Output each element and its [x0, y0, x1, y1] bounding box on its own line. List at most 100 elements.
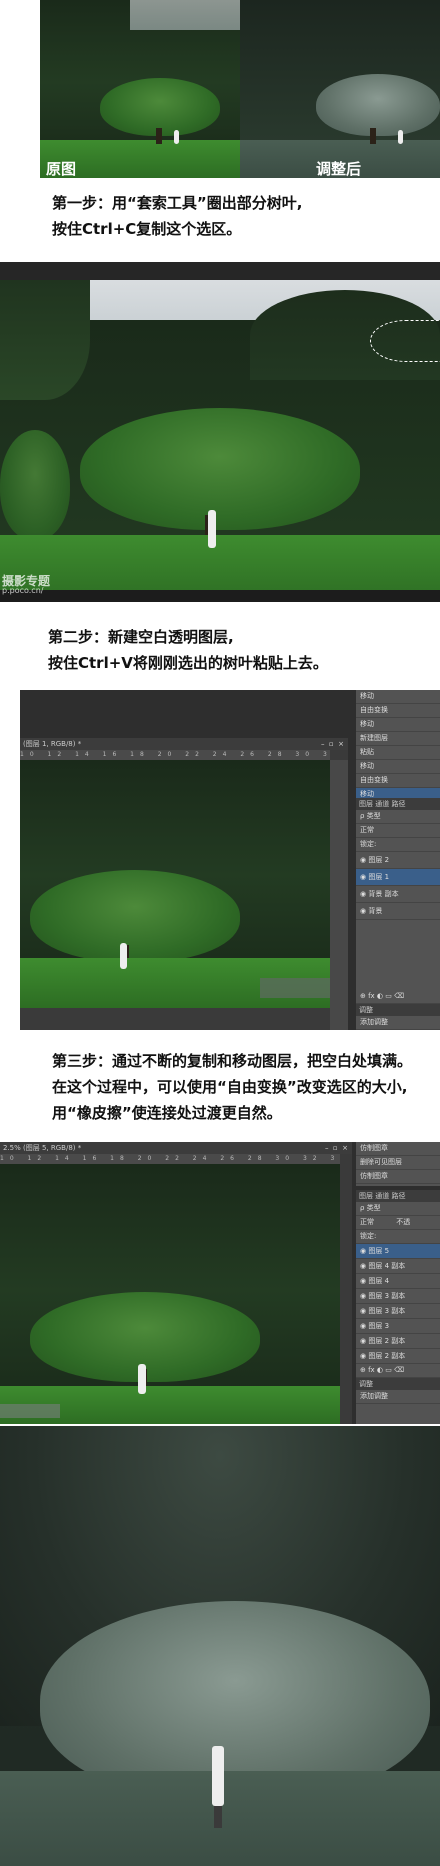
eye-icon[interactable]: ◉ — [360, 1247, 366, 1255]
history-item[interactable]: 移动 — [356, 718, 440, 732]
layer-name: 图层 2 — [368, 856, 390, 864]
layer-name: 图层 1 — [368, 873, 390, 881]
minimize-icon[interactable]: – — [321, 740, 325, 748]
step2-line2: 按住Ctrl+V将刚刚选出的树叶粘贴上去。 — [48, 654, 328, 672]
adjustments-tab[interactable]: 调整 — [356, 1004, 440, 1016]
layer-item[interactable]: ◉ 图层 4 副本 — [356, 1259, 440, 1274]
opacity-label: 不透 — [396, 1218, 411, 1226]
history-item[interactable]: 仿制图章 — [356, 1142, 440, 1156]
lock-label: 锁定: — [356, 838, 440, 852]
layers-tabs[interactable]: 图层 通道 路径 — [356, 798, 440, 810]
close-icon[interactable]: × — [342, 1144, 348, 1152]
blend-mode-select[interactable]: 正常 — [356, 824, 440, 838]
history-item[interactable]: 新建图层 — [356, 732, 440, 746]
window-controls: – ▫ × — [290, 738, 348, 750]
layer-filter[interactable]: ρ 类型 — [356, 810, 440, 824]
eye-icon[interactable]: ◉ — [360, 1352, 366, 1360]
eye-icon[interactable]: ◉ — [360, 890, 366, 898]
label-adjusted: 调整后 — [316, 160, 362, 178]
add-adjustment[interactable]: 添加调整 — [356, 1016, 440, 1030]
document-window: (图层 1, RGB/8) * – ▫ × 10 12 14 16 18 20 … — [20, 738, 348, 1030]
history-item[interactable]: 自由变换 — [356, 774, 440, 788]
layer-item[interactable]: ◉ 背景 — [356, 903, 440, 920]
add-adjustment[interactable]: 添加调整 — [356, 1390, 440, 1404]
document-window: 2.5% (图层 5, RGB/8) * – ▫ × 10 12 14 16 1… — [0, 1142, 352, 1424]
layer-item[interactable]: ◉ 背景 副本 — [356, 886, 440, 903]
eye-icon[interactable]: ◉ — [360, 1322, 366, 1330]
photoshop-screenshot-2: 2.5% (图层 5, RGB/8) * – ▫ × 10 12 14 16 1… — [0, 1142, 440, 1424]
history-item[interactable]: 自由变换 — [356, 704, 440, 718]
window-controls: – ▫ × — [300, 1142, 352, 1154]
eye-icon[interactable]: ◉ — [360, 1307, 366, 1315]
history-item[interactable]: 移动 — [356, 690, 440, 704]
layer-item[interactable]: ◉ 图层 2 副本 — [356, 1349, 440, 1364]
layer-name: 图层 3 副本 — [368, 1292, 406, 1300]
layer-item[interactable]: ◉ 图层 3 副本 — [356, 1304, 440, 1319]
layer-name: 图层 4 副本 — [368, 1262, 406, 1270]
blend-mode-select[interactable]: 正常 不透 — [356, 1216, 440, 1230]
document-tab[interactable]: (图层 1, RGB/8) * — [20, 738, 293, 750]
document-tab[interactable]: 2.5% (图层 5, RGB/8) * — [0, 1142, 303, 1154]
history-item[interactable]: 粘贴 — [356, 746, 440, 760]
layer-item[interactable]: ◉ 图层 3 副本 — [356, 1289, 440, 1304]
final-photo — [0, 1426, 440, 1866]
canvas-image — [20, 760, 330, 1008]
maximize-icon[interactable]: ▫ — [329, 740, 334, 748]
photo-frame-top — [0, 262, 440, 280]
layer-item-selected[interactable]: ◉ 图层 1 — [356, 869, 440, 886]
layer-item-selected[interactable]: ◉ 图层 5 — [356, 1244, 440, 1259]
comparison-photo: 原图 调整后 — [40, 0, 440, 178]
close-icon[interactable]: × — [338, 740, 344, 748]
layers-footer-icons[interactable]: ⊕ fx ◐ ▭ ⌫ — [356, 990, 440, 1004]
eye-icon[interactable]: ◉ — [360, 873, 366, 881]
layer-name: 背景 副本 — [368, 890, 399, 898]
layer-item[interactable]: ◉ 图层 3 — [356, 1319, 440, 1334]
layers-tabs[interactable]: 图层 通道 路径 — [356, 1190, 440, 1202]
step1-line1: 第一步：用“套索工具”圈出部分树叶, — [52, 194, 303, 212]
layers-panel: 图层 通道 路径 ρ 类型 正常 不透 锁定: ◉ 图层 5 ◉ 图层 4 副本… — [356, 1190, 440, 1424]
history-panel: 仿制图章 删除可见图层 仿制图章 — [356, 1142, 440, 1186]
step2-text: 第二步：新建空白透明图层, 按住Ctrl+V将刚刚选出的树叶粘贴上去。 — [48, 624, 438, 676]
eye-icon[interactable]: ◉ — [360, 1337, 366, 1345]
photoshop-screenshot-1: (图层 1, RGB/8) * – ▫ × 10 12 14 16 18 20 … — [20, 690, 440, 1030]
lock-label: 锁定: — [356, 1230, 440, 1244]
layer-name: 背景 — [368, 907, 383, 915]
step3-line1: 第三步：通过不断的复制和移动图层，把空白处填满。 — [52, 1052, 413, 1070]
history-panel: 移动 自由变换 移动 新建图层 粘贴 移动 自由变换 移动 — [356, 690, 440, 802]
person — [212, 1746, 224, 1806]
adjustments-tab[interactable]: 调整 — [356, 1378, 440, 1390]
blend-mode-value: 正常 — [360, 1218, 374, 1226]
layer-item[interactable]: ◉ 图层 2 副本 — [356, 1334, 440, 1349]
history-item[interactable]: 删除可见图层 — [356, 1156, 440, 1170]
eye-icon[interactable]: ◉ — [360, 907, 366, 915]
history-item[interactable]: 仿制图章 — [356, 1170, 440, 1184]
canvas-image — [0, 1164, 340, 1424]
layer-item[interactable]: ◉ 图层 4 — [356, 1274, 440, 1289]
eye-icon[interactable]: ◉ — [360, 1277, 366, 1285]
step3-line3: 用“橡皮擦”使连接处过渡更自然。 — [52, 1104, 282, 1122]
minimize-icon[interactable]: – — [325, 1144, 329, 1152]
lasso-selection — [370, 320, 440, 362]
layer-name: 图层 4 — [368, 1277, 390, 1285]
layers-panel: 图层 通道 路径 ρ 类型 正常 锁定: ◉ 图层 2 ◉ 图层 1 ◉ 背景 … — [356, 798, 440, 1030]
step1-line2: 按住Ctrl+C复制这个选区。 — [52, 220, 242, 238]
eye-icon[interactable]: ◉ — [360, 1292, 366, 1300]
horizontal-ruler: 10 12 14 16 18 20 22 24 26 28 30 32 34 3… — [20, 750, 330, 760]
horizontal-ruler: 10 12 14 16 18 20 22 24 26 28 30 32 34 3… — [0, 1154, 340, 1164]
step2-line1: 第二步：新建空白透明图层, — [48, 628, 234, 646]
eye-icon[interactable]: ◉ — [360, 1262, 366, 1270]
label-original: 原图 — [46, 160, 77, 178]
step3-line2: 在这个过程中，可以使用“自由变换”改变选区的大小, — [52, 1078, 408, 1096]
layer-name: 图层 5 — [368, 1247, 390, 1255]
layer-name: 图层 3 — [368, 1322, 390, 1330]
layers-footer-icons[interactable]: ⊕ fx ◐ ▭ ⌫ — [356, 1364, 440, 1378]
vertical-scrollbar[interactable] — [330, 760, 348, 1030]
layer-filter[interactable]: ρ 类型 — [356, 1202, 440, 1216]
maximize-icon[interactable]: ▫ — [333, 1144, 338, 1152]
eye-icon[interactable]: ◉ — [360, 856, 366, 864]
layer-name: 图层 2 副本 — [368, 1337, 406, 1345]
watermark-url: p.poco.cn/ — [2, 586, 44, 595]
layer-item[interactable]: ◉ 图层 2 — [356, 852, 440, 869]
step3-text: 第三步：通过不断的复制和移动图层，把空白处填满。 在这个过程中，可以使用“自由变… — [52, 1048, 440, 1126]
history-item[interactable]: 移动 — [356, 760, 440, 774]
